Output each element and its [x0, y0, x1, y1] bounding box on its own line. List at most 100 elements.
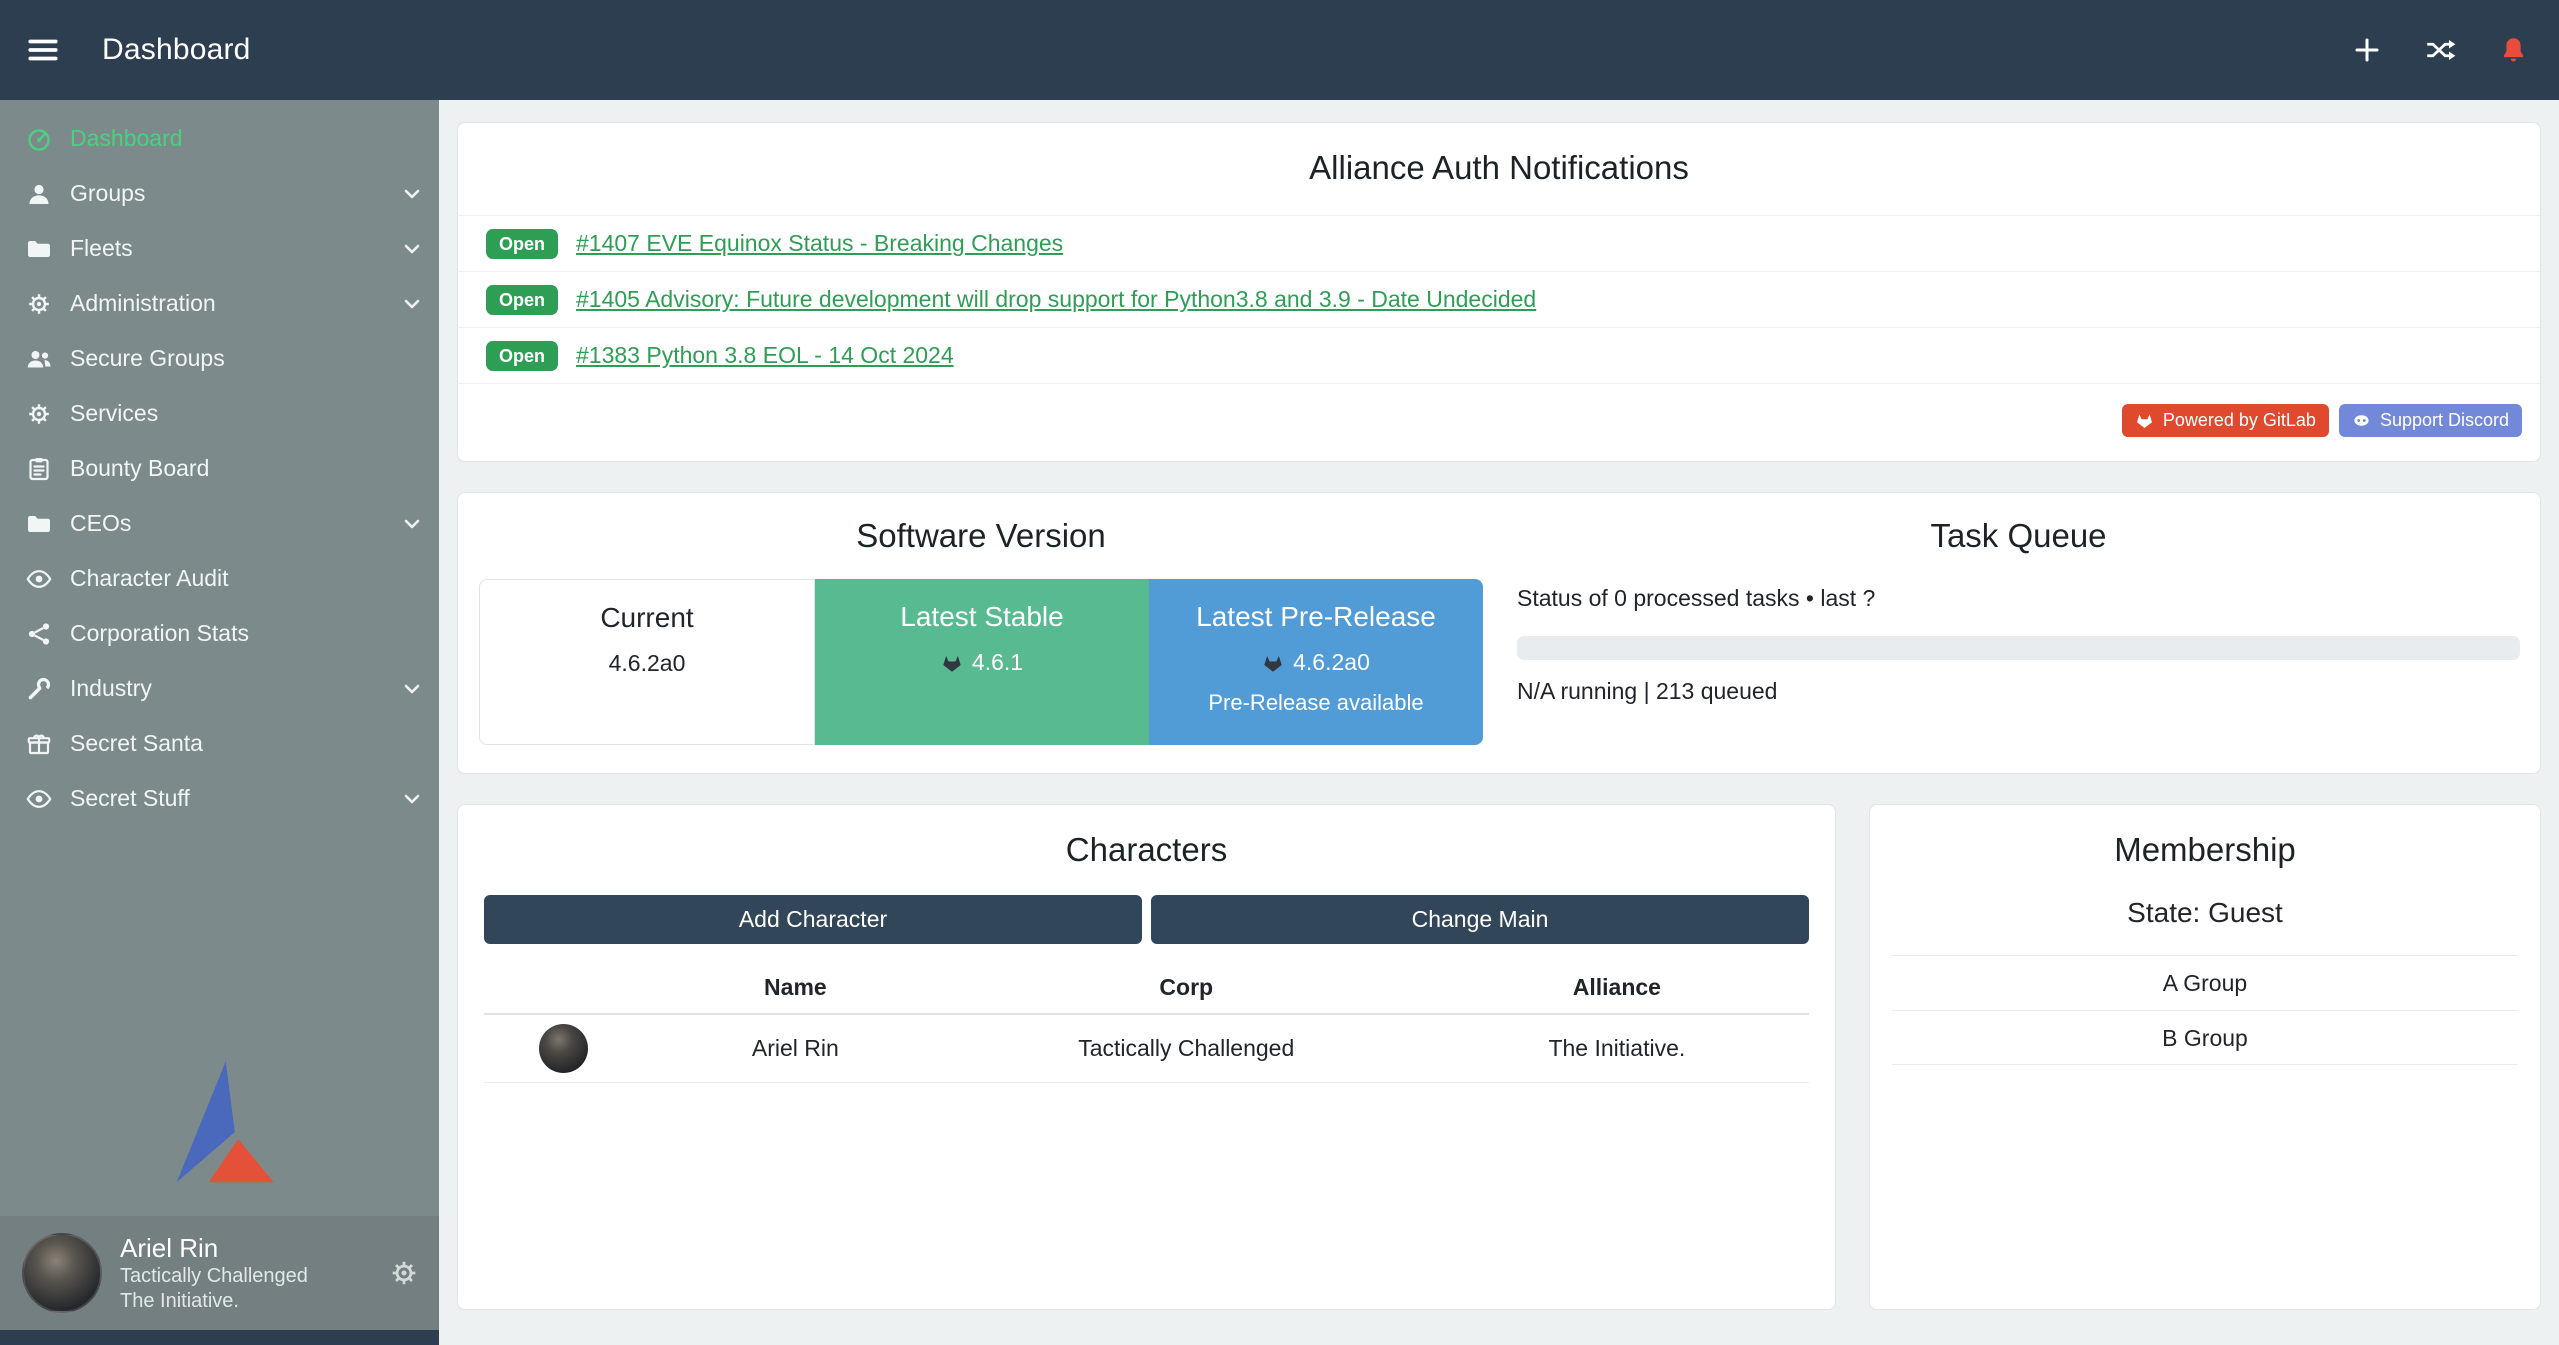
status-badge: Open: [486, 341, 558, 371]
notifications-list: Open #1407 EVE Equinox Status - Breaking…: [458, 215, 2540, 384]
discord-badge[interactable]: Support Discord: [2339, 404, 2522, 437]
shuffle-icon[interactable]: [2424, 34, 2456, 66]
folder-icon: [26, 511, 52, 537]
gift-icon: [26, 731, 52, 757]
version-cell-label: Latest Pre-Release: [1149, 601, 1483, 633]
alliance-column-header: Alliance: [1425, 960, 1809, 1014]
task-queue-section: Task Queue Status of 0 processed tasks •…: [1517, 517, 2540, 745]
chevron-down-icon: [399, 511, 425, 537]
current-version-value: 4.6.2a0: [609, 650, 686, 677]
main-content: Alliance Auth Notifications Open #1407 E…: [439, 100, 2559, 1345]
eye-icon: [26, 786, 52, 812]
chevron-down-icon: [399, 291, 425, 317]
discord-icon: [2352, 411, 2371, 430]
wrench-icon: [26, 676, 52, 702]
sidebar-item-label: Bounty Board: [70, 455, 209, 482]
eye-icon: [26, 566, 52, 592]
gitlab-badge[interactable]: Powered by GitLab: [2122, 404, 2329, 437]
change-main-button[interactable]: Change Main: [1151, 895, 1809, 944]
user-corporation: Tactically Challenged: [120, 1264, 308, 1289]
user-name: Ariel Rin: [120, 1232, 308, 1265]
notifications-panel: Alliance Auth Notifications Open #1407 E…: [457, 122, 2541, 462]
version-cell-stable: Latest Stable 4.6.1: [815, 579, 1149, 745]
notification-link[interactable]: #1407 EVE Equinox Status - Breaking Chan…: [576, 230, 1063, 257]
user-settings-gear-icon[interactable]: [389, 1258, 419, 1288]
sidebar-item-services[interactable]: Services: [0, 386, 439, 441]
gitlab-tanuki-icon: [1262, 652, 1284, 674]
characters-table: Name Corp Alliance Ariel Rin Tactically …: [484, 960, 1809, 1083]
character-corp: Tactically Challenged: [948, 1014, 1425, 1083]
membership-panel: Membership State: Guest A Group B Group: [1869, 804, 2541, 1310]
status-badge: Open: [486, 285, 558, 315]
membership-title: Membership: [1870, 831, 2540, 869]
add-character-icon[interactable]: [2352, 35, 2382, 65]
notification-link[interactable]: #1383 Python 3.8 EOL - 14 Oct 2024: [576, 342, 954, 369]
sidebar-item-character-audit[interactable]: Character Audit: [0, 551, 439, 606]
sidebar-item-secret-santa[interactable]: Secret Santa: [0, 716, 439, 771]
notification-row: Open #1407 EVE Equinox Status - Breaking…: [458, 215, 2540, 271]
notifications-footer: Powered by GitLab Support Discord: [458, 384, 2540, 461]
gitlab-tanuki-icon: [941, 652, 963, 674]
sidebar-footer-strip: [0, 1330, 439, 1345]
add-character-button[interactable]: Add Character: [484, 895, 1142, 944]
folder-icon: [26, 236, 52, 262]
characters-actions: Add Character Change Main: [484, 895, 1809, 944]
sidebar-item-secret-stuff[interactable]: Secret Stuff: [0, 771, 439, 826]
chevron-down-icon: [399, 676, 425, 702]
sidebar-item-label: Corporation Stats: [70, 620, 249, 647]
version-cell-label: Current: [480, 602, 814, 634]
sidebar-item-label: Character Audit: [70, 565, 229, 592]
sidebar-item-label: Administration: [70, 290, 216, 317]
alliance-logo: [163, 1061, 277, 1190]
version-cell-label: Latest Stable: [815, 601, 1149, 633]
sidebar-item-dashboard[interactable]: Dashboard: [0, 111, 439, 166]
sidebar-item-ceos[interactable]: CEOs: [0, 496, 439, 551]
notification-link[interactable]: #1405 Advisory: Future development will …: [576, 286, 1536, 313]
sidebar: Dashboard Groups Fleets Administration S…: [0, 100, 439, 1345]
sidebar-item-label: CEOs: [70, 510, 131, 537]
corp-column-header: Corp: [948, 960, 1425, 1014]
clipboard-icon: [26, 456, 52, 482]
prerelease-version-value: 4.6.2a0: [1293, 649, 1370, 676]
user-alliance: The Initiative.: [120, 1289, 308, 1314]
person-icon: [26, 181, 52, 207]
task-queue-progress-bar: [1517, 636, 2520, 660]
sidebar-item-fleets[interactable]: Fleets: [0, 221, 439, 276]
notification-row: Open #1383 Python 3.8 EOL - 14 Oct 2024: [458, 327, 2540, 383]
software-version-panel: Software Version Current 4.6.2a0 Latest …: [457, 492, 2541, 774]
sidebar-item-industry[interactable]: Industry: [0, 661, 439, 716]
chevron-down-icon: [399, 236, 425, 262]
task-queue-status: Status of 0 processed tasks • last ?: [1517, 585, 2520, 612]
character-avatar: [539, 1024, 588, 1073]
navbar-actions: [2352, 34, 2529, 66]
list-item: A Group: [1892, 955, 2518, 1010]
sidebar-item-corporation-stats[interactable]: Corporation Stats: [0, 606, 439, 661]
people-icon: [26, 346, 52, 372]
notifications-bell-icon[interactable]: [2498, 35, 2529, 66]
chevron-down-icon: [399, 181, 425, 207]
stable-version-value: 4.6.1: [972, 649, 1023, 676]
sidebar-item-label: Dashboard: [70, 125, 183, 152]
sidebar-item-administration[interactable]: Administration: [0, 276, 439, 331]
share-icon: [26, 621, 52, 647]
user-panel: Ariel Rin Tactically Challenged The Init…: [0, 1216, 439, 1330]
sidebar-item-label: Secure Groups: [70, 345, 225, 372]
notifications-title: Alliance Auth Notifications: [458, 149, 2540, 187]
sidebar-item-secure-groups[interactable]: Secure Groups: [0, 331, 439, 386]
sidebar-item-label: Groups: [70, 180, 145, 207]
sidebar-item-bounty-board[interactable]: Bounty Board: [0, 441, 439, 496]
chevron-down-icon: [399, 786, 425, 812]
gear-icon: [26, 291, 52, 317]
hamburger-menu-icon[interactable]: [26, 33, 60, 67]
sidebar-menu: Dashboard Groups Fleets Administration S…: [0, 100, 439, 826]
sidebar-item-label: Secret Santa: [70, 730, 203, 757]
lower-panels-row: Characters Add Character Change Main Nam…: [457, 804, 2541, 1310]
version-cell-prerelease: Latest Pre-Release 4.6.2a0 Pre-Release a…: [1149, 579, 1483, 745]
name-column-header: Name: [643, 960, 948, 1014]
top-navbar: Dashboard: [0, 0, 2559, 100]
character-name: Ariel Rin: [643, 1014, 948, 1083]
version-table: Current 4.6.2a0 Latest Stable 4.6.1 Late…: [479, 579, 1483, 745]
sidebar-item-label: Fleets: [70, 235, 133, 262]
discord-badge-label: Support Discord: [2380, 410, 2509, 431]
sidebar-item-groups[interactable]: Groups: [0, 166, 439, 221]
